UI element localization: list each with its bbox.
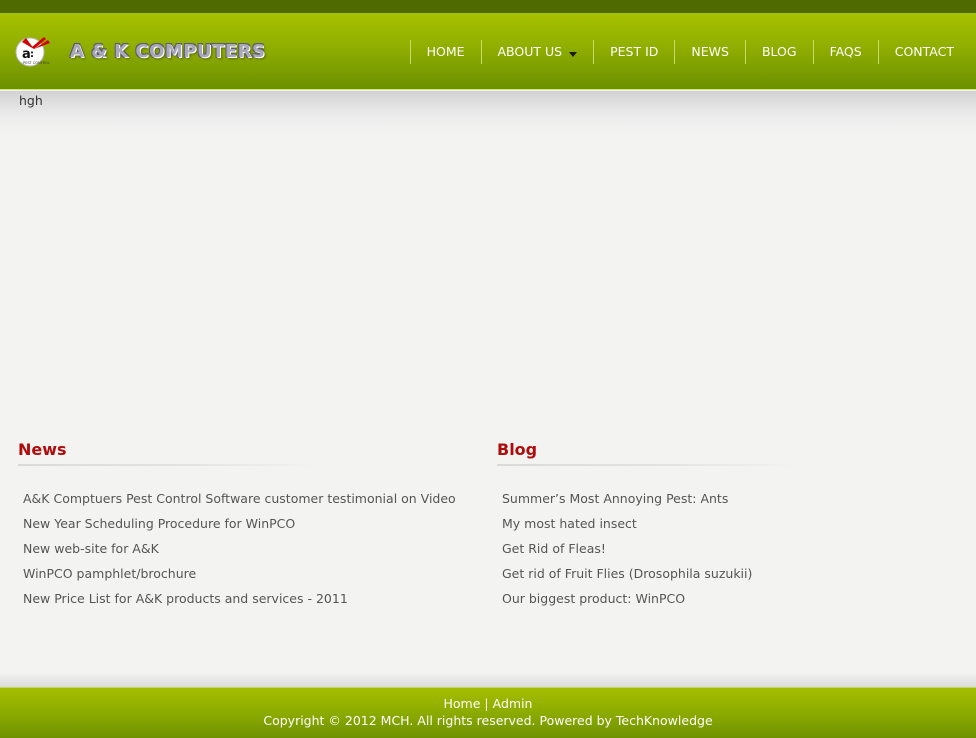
- top-bar: [0, 0, 976, 13]
- blog-item[interactable]: My most hated insect: [502, 516, 637, 531]
- news-item[interactable]: New web-site for A&K: [23, 541, 159, 556]
- dropdown-caret-icon: [569, 52, 578, 57]
- news-item[interactable]: New Price List for A&K products and serv…: [23, 591, 348, 606]
- brand-name: A & K COMPUTERS: [70, 40, 266, 62]
- intro-text: hgh: [19, 93, 43, 108]
- nav-news-label: NEWS: [691, 44, 729, 59]
- main-nav: HOME ABOUT US PEST ID NEWS BLOG FAQS CON…: [409, 40, 970, 64]
- site-logo[interactable]: a : PEST CONTROL A & K COMPUTERS: [14, 31, 266, 71]
- svg-text::: :: [30, 49, 34, 60]
- blog-item[interactable]: Get rid of Fruit Flies (Drosophila suzuk…: [502, 566, 752, 581]
- nav-pest-id-label: PEST ID: [610, 44, 659, 59]
- footer-top-shadow: [0, 672, 976, 687]
- news-list: A&K Comptuers Pest Control Software cust…: [18, 486, 478, 611]
- svg-text:PEST CONTROL: PEST CONTROL: [23, 61, 50, 65]
- nav-faqs[interactable]: FAQS: [812, 40, 878, 64]
- site-footer: Home | Admin Copyright © 2012 MCH. All rig…: [0, 687, 976, 738]
- blog-item[interactable]: Summer’s Most Annoying Pest: Ants: [502, 491, 728, 506]
- content-top-shadow: [0, 91, 976, 135]
- footer-home-link[interactable]: Home: [444, 696, 481, 711]
- blog-list: Summer’s Most Annoying Pest: Ants My mos…: [497, 486, 957, 611]
- ak-logo-icon: a : PEST CONTROL: [14, 33, 52, 69]
- nav-home[interactable]: HOME: [409, 40, 481, 64]
- blog-divider: [497, 464, 797, 466]
- news-heading: News: [18, 440, 67, 459]
- nav-blog-label: BLOG: [761, 44, 797, 59]
- footer-links: Home | Admin: [0, 695, 976, 712]
- news-item[interactable]: A&K Comptuers Pest Control Software cust…: [23, 491, 456, 506]
- news-item[interactable]: WinPCO pamphlet/brochure: [23, 566, 196, 581]
- nav-contact[interactable]: CONTACT: [877, 40, 970, 64]
- news-item[interactable]: New Year Scheduling Procedure for WinPCO: [23, 516, 295, 531]
- blog-item[interactable]: Get Rid of Fleas!: [502, 541, 606, 556]
- blog-section: Blog Summer’s Most Annoying Pest: Ants M…: [497, 440, 957, 611]
- nav-news[interactable]: NEWS: [674, 40, 745, 64]
- nav-about-us[interactable]: ABOUT US: [480, 40, 594, 64]
- news-divider: [18, 464, 318, 466]
- nav-pest-id[interactable]: PEST ID: [593, 40, 674, 64]
- footer-separator: |: [484, 696, 489, 711]
- site-header: a : PEST CONTROL A & K COMPUTERS HOME AB…: [0, 13, 976, 90]
- nav-home-label: HOME: [426, 44, 465, 59]
- blog-heading: Blog: [497, 440, 538, 459]
- nav-blog[interactable]: BLOG: [744, 40, 813, 64]
- footer-admin-link[interactable]: Admin: [493, 696, 533, 711]
- news-section: News A&K Comptuers Pest Control Software…: [18, 440, 478, 611]
- nav-about-us-label: ABOUT US: [497, 44, 563, 59]
- nav-faqs-label: FAQS: [829, 44, 862, 59]
- copyright-text: Copyright © 2012 MCH. All rights reserve…: [263, 713, 713, 728]
- blog-item[interactable]: Our biggest product: WinPCO: [502, 591, 685, 606]
- nav-contact-label: CONTACT: [894, 44, 954, 59]
